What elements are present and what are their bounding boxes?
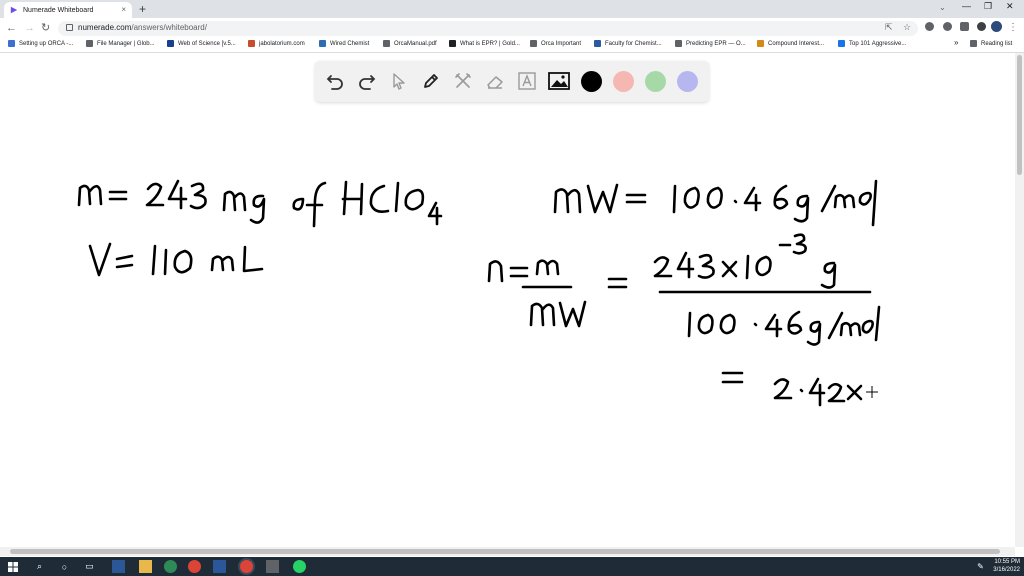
bookmark-item[interactable]: Orca Important bbox=[530, 40, 581, 47]
bookmark-label: File Manager | Glob... bbox=[97, 40, 155, 47]
tab-title: Numerade Whiteboard bbox=[23, 6, 94, 14]
system-clock[interactable]: 10:55 PM 3/16/2022 bbox=[993, 558, 1020, 574]
horizontal-scrollbar[interactable] bbox=[0, 547, 1015, 556]
handwriting-line-molar-mass bbox=[553, 179, 878, 227]
handwriting-line-mass bbox=[77, 179, 443, 228]
chrome-active-icon[interactable] bbox=[240, 560, 253, 573]
puzzle-extensions-icon[interactable] bbox=[960, 22, 969, 31]
app-icon-2[interactable] bbox=[164, 560, 177, 573]
handwriting-line-moles bbox=[487, 259, 628, 328]
bookmarks-overflow-icon[interactable]: » bbox=[954, 38, 958, 47]
bookmark-item[interactable]: jabolatorium.com bbox=[248, 40, 305, 47]
address-bar-row: ← → ↻ numerade.com/answers/whiteboard/ ⇱… bbox=[0, 18, 1024, 38]
bookmark-item[interactable]: File Manager | Glob... bbox=[86, 40, 155, 47]
extension-icon-3[interactable] bbox=[977, 22, 986, 31]
bookmark-star-icon[interactable]: ☆ bbox=[903, 22, 911, 33]
search-icon[interactable]: ⌕ bbox=[33, 560, 46, 573]
bookmark-favicon-icon bbox=[757, 40, 764, 47]
menu-icon[interactable]: ⋮ bbox=[1008, 21, 1018, 35]
url-host: numerade.com bbox=[78, 23, 132, 32]
bookmark-item[interactable]: Predicting EPR — O... bbox=[675, 40, 746, 47]
task-view-icon[interactable]: ▭ bbox=[83, 560, 96, 573]
minimize-icon[interactable]: — bbox=[962, 1, 971, 11]
app-icon[interactable] bbox=[112, 560, 125, 573]
bookmark-item[interactable]: What is EPR? | Gold... bbox=[449, 40, 520, 47]
omnibox[interactable]: numerade.com/answers/whiteboard/ ⇱ ☆ bbox=[58, 21, 918, 36]
reading-list-button[interactable]: Reading list bbox=[970, 40, 1012, 47]
bookmark-label: Predicting EPR — O... bbox=[686, 40, 746, 47]
file-explorer-icon[interactable] bbox=[139, 560, 152, 573]
reading-list-icon bbox=[970, 40, 977, 47]
handwriting-ink-layer bbox=[77, 179, 881, 407]
bookmark-favicon-icon bbox=[383, 40, 390, 47]
windows-start-icon[interactable] bbox=[6, 560, 19, 573]
pen-workspace-icon[interactable]: ✎ bbox=[974, 560, 987, 573]
back-icon[interactable]: ← bbox=[6, 21, 17, 35]
bookmark-favicon-icon bbox=[675, 40, 682, 47]
bookmark-favicon-icon bbox=[167, 40, 174, 47]
bookmark-favicon-icon bbox=[449, 40, 456, 47]
handwriting-line-result bbox=[721, 371, 863, 407]
bookmark-favicon-icon bbox=[8, 40, 15, 47]
bookmark-label: What is EPR? | Gold... bbox=[460, 40, 520, 47]
tab-search-icon[interactable]: ⌄ bbox=[939, 3, 946, 12]
reading-list-label: Reading list bbox=[981, 40, 1013, 47]
bookmark-item[interactable]: Setting up ORCA -... bbox=[8, 40, 73, 47]
bookmark-favicon-icon bbox=[838, 40, 845, 47]
reload-icon[interactable]: ↻ bbox=[41, 21, 50, 35]
extension-icon-2[interactable] bbox=[943, 22, 952, 31]
bookmark-label: Orca Important bbox=[541, 40, 582, 47]
tab-bar: Numerade Whiteboard × + ⌄ — ❐ ✕ bbox=[0, 0, 1024, 18]
clock-time: 10:55 PM bbox=[994, 559, 1020, 565]
bookmark-label: Top 101 Aggressive... bbox=[849, 40, 907, 47]
bookmark-item[interactable]: Web of Science [v.5... bbox=[167, 40, 236, 47]
bookmark-favicon-icon bbox=[530, 40, 537, 47]
close-window-icon[interactable]: ✕ bbox=[1006, 1, 1014, 12]
bookmark-label: jabolatorium.com bbox=[259, 40, 305, 47]
bookmarks-bar: Setting up ORCA -... File Manager | Glob… bbox=[0, 38, 1024, 53]
bookmark-label: Compound Interest... bbox=[768, 40, 825, 47]
lock-icon bbox=[66, 24, 73, 31]
bookmark-favicon-icon bbox=[86, 40, 93, 47]
bookmark-label: OrcaManual.pdf bbox=[394, 40, 437, 47]
crosshair-cursor-icon bbox=[866, 386, 878, 398]
url-path: /answers/whiteboard/ bbox=[131, 23, 207, 32]
handwriting-fraction-denominator bbox=[687, 305, 881, 346]
bookmark-favicon-icon bbox=[594, 40, 601, 47]
bookmark-item[interactable]: Compound Interest... bbox=[757, 40, 824, 47]
tab-numerade-whiteboard[interactable]: Numerade Whiteboard × bbox=[4, 2, 132, 18]
bookmark-label: Wired Chemist bbox=[330, 40, 370, 47]
bookmark-item[interactable]: OrcaManual.pdf bbox=[383, 40, 437, 47]
bookmark-label: Web of Science [v.5... bbox=[178, 40, 236, 47]
word-icon[interactable] bbox=[213, 560, 226, 573]
bookmark-label: Faculty for Chemist... bbox=[605, 40, 662, 47]
horizontal-scroll-thumb[interactable] bbox=[10, 549, 1000, 554]
windows-taskbar: ⌕ ○ ▭ ✎ 10:55 PM 3/16/2022 bbox=[0, 557, 1024, 576]
share-icon[interactable]: ⇱ bbox=[885, 22, 893, 33]
whatsapp-icon[interactable] bbox=[293, 560, 306, 573]
cortana-icon[interactable]: ○ bbox=[58, 560, 71, 573]
new-tab-button[interactable]: + bbox=[139, 2, 146, 16]
profile-avatar[interactable] bbox=[991, 21, 1002, 32]
url-text[interactable]: numerade.com/answers/whiteboard/ bbox=[78, 23, 207, 32]
forward-icon[interactable]: → bbox=[24, 21, 35, 35]
restore-icon[interactable]: ❐ bbox=[984, 1, 992, 12]
clock-date: 3/16/2022 bbox=[993, 567, 1020, 573]
bookmark-item[interactable]: Faculty for Chemist... bbox=[594, 40, 662, 47]
handwriting-fraction-numerator bbox=[653, 233, 872, 294]
chrome-icon[interactable] bbox=[188, 560, 201, 573]
bookmark-label: Setting up ORCA -... bbox=[19, 40, 74, 47]
app-icon-3[interactable] bbox=[266, 560, 279, 573]
handwriting-line-volume bbox=[88, 242, 264, 277]
bookmark-favicon-icon bbox=[319, 40, 326, 47]
vertical-scrollbar[interactable] bbox=[1015, 53, 1024, 547]
tab-close-icon[interactable]: × bbox=[121, 5, 126, 14]
bookmark-item[interactable]: Wired Chemist bbox=[319, 40, 369, 47]
bookmark-item[interactable]: Top 101 Aggressive... bbox=[838, 40, 906, 47]
numerade-logo-icon bbox=[10, 6, 18, 14]
bookmark-favicon-icon bbox=[248, 40, 255, 47]
extension-icon[interactable] bbox=[925, 22, 934, 31]
vertical-scroll-thumb[interactable] bbox=[1017, 55, 1022, 175]
